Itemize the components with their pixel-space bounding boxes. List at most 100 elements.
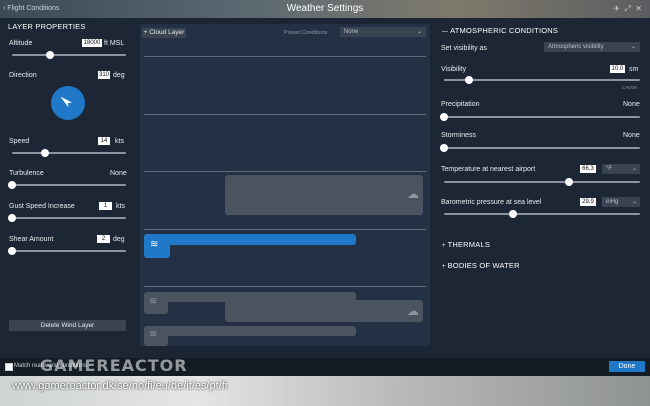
altitude-slider-track[interactable] [12, 54, 126, 56]
precipitation-slider-handle[interactable] [440, 113, 448, 121]
pressure-slider-track[interactable] [444, 213, 640, 215]
cloud-layer-block[interactable]: ☁ [225, 175, 423, 215]
fullscreen-icon[interactable]: ⤢ [624, 4, 630, 13]
cavok-note: CAVOK [622, 85, 638, 90]
direction-unit: deg [113, 72, 125, 79]
visibility-as-dropdown[interactable]: Atmospheric visibility ⌄ [544, 42, 640, 52]
shear-label: Shear Amount [9, 236, 54, 243]
layer-divider [144, 171, 426, 172]
chevron-down-icon: ⌄ [416, 29, 422, 35]
visibility-label: Visibility [441, 66, 467, 73]
layer-divider [144, 229, 426, 230]
visibility-unit: sm [629, 66, 639, 73]
shear-slider-handle[interactable] [8, 247, 16, 255]
pressure-slider-handle[interactable] [508, 210, 517, 218]
chevron-down-icon: ⌄ [631, 199, 637, 205]
speed-slider-track[interactable] [12, 152, 126, 154]
thermals-section[interactable]: + THERMALS [442, 240, 490, 249]
window-controls: ✈ ⤢ ✕ [613, 4, 642, 14]
cloud-icon: ☁ [407, 304, 419, 318]
altitude-label: Altitude [9, 40, 33, 47]
turbulence-slider-handle[interactable] [8, 181, 16, 189]
pressure-unit-dropdown[interactable]: inHg ⌄ [602, 197, 640, 207]
bodies-of-water-section[interactable]: + BODIES OF WATER [442, 261, 520, 270]
speed-input[interactable]: 14 [98, 137, 110, 145]
wind-icon: ≋ [150, 239, 159, 250]
add-cloud-layer-button[interactable]: + Cloud Layer [142, 28, 186, 38]
visibility-input[interactable]: 10.0 [610, 65, 625, 73]
turbulence-slider-track[interactable] [12, 184, 126, 186]
done-button[interactable]: Done [609, 361, 645, 372]
storminess-slider-handle[interactable] [440, 144, 448, 152]
section-title: LAYER PROPERTIES [8, 22, 86, 31]
direction-input[interactable]: 310 [98, 71, 110, 79]
visibility-slider-track[interactable] [444, 79, 640, 81]
storminess-value: None [623, 132, 640, 139]
shear-input[interactable]: 2 [97, 235, 110, 243]
chevron-down-icon: — [442, 29, 451, 35]
speed-label: Speed [9, 138, 30, 145]
section-header[interactable]: — ATMOSPHERIC CONDITIONS [442, 26, 558, 35]
direction-label: Direction [9, 72, 37, 79]
gust-slider-handle[interactable] [8, 214, 16, 222]
gust-slider-track[interactable] [12, 217, 126, 219]
wind-layer-handle[interactable]: ≋ [144, 292, 168, 314]
preset-conditions-dropdown[interactable]: None ⌄ [340, 27, 426, 37]
window-title: Weather Settings [286, 3, 364, 14]
precipitation-slider-track[interactable] [444, 116, 640, 118]
gust-input[interactable]: 1 [99, 202, 112, 210]
cloud-layer-block[interactable]: ☁ [225, 300, 423, 322]
speed-unit: kts [115, 138, 124, 145]
precipitation-value: None [623, 101, 640, 108]
layer-divider [144, 286, 426, 287]
atmospheric-conditions-panel: — ATMOSPHERIC CONDITIONS Set visibility … [432, 18, 650, 358]
gust-unit: kts [116, 203, 125, 210]
shear-unit: deg [113, 236, 125, 243]
wind-layer-block[interactable] [144, 326, 356, 336]
wind-icon: ≋ [149, 296, 158, 307]
altitude-input[interactable]: 18000 [82, 39, 102, 47]
precipitation-label: Precipitation [441, 101, 480, 108]
temperature-input[interactable]: 66.3 [580, 165, 596, 173]
chevron-down-icon: ⌄ [631, 166, 637, 172]
turbulence-label: Turbulence [9, 170, 44, 177]
visibility-as-value: Atmospheric visibility [548, 44, 604, 50]
pressure-label: Barometric pressure at sea level [441, 199, 542, 206]
watermark-url: www.gamereactor.dk/se/no/fi/eu/de/it/es/… [12, 380, 229, 392]
layer-stack-panel: + Cloud Layer Preset Conditions None ⌄ ☁… [140, 24, 430, 346]
watermark-logo: GAMEREACTOR [40, 356, 188, 375]
storminess-label: Storminess [441, 132, 477, 139]
wind-arrow-icon [60, 96, 73, 108]
temperature-unit-dropdown[interactable]: °F ⌄ [602, 164, 640, 174]
speed-slider-handle[interactable] [41, 149, 50, 157]
pressure-input[interactable]: 29.9 [580, 198, 596, 206]
wind-layer-handle[interactable]: ≋ [144, 234, 170, 258]
match-real-world-checkbox[interactable] [5, 363, 13, 371]
storminess-slider-track[interactable] [444, 147, 640, 149]
temperature-slider-track[interactable] [444, 181, 640, 183]
layer-divider [144, 56, 426, 57]
preset-conditions-label: Preset Conditions [284, 30, 328, 36]
visibility-slider-handle[interactable] [465, 76, 474, 84]
visibility-as-label: Set visibility as [441, 45, 487, 52]
altitude-slider-handle[interactable] [45, 51, 54, 59]
wind-layer-handle[interactable]: ≋ [144, 326, 168, 346]
delete-wind-layer-button[interactable]: Delete Wind Layer [9, 320, 126, 331]
pressure-unit-value: inHg [606, 199, 619, 205]
temperature-label: Temperature at nearest airport [441, 166, 536, 173]
wind-icon: ≋ [149, 329, 158, 340]
layer-divider [144, 114, 426, 115]
gust-label: Gust Speed Increase [9, 203, 75, 210]
altitude-unit: ft MSL [104, 40, 125, 47]
layer-properties-panel: LAYER PROPERTIES Altitude 18000 ft MSL D… [0, 18, 138, 358]
close-icon[interactable]: ✕ [635, 4, 642, 13]
wind-direction-dial[interactable] [51, 86, 85, 120]
temperature-unit-value: °F [606, 166, 613, 172]
temperature-slider-handle[interactable] [565, 178, 574, 186]
shear-slider-track[interactable] [12, 250, 126, 252]
flight-icon[interactable]: ✈ [613, 4, 620, 13]
chevron-down-icon: ⌄ [630, 44, 636, 50]
turbulence-value: None [110, 170, 127, 177]
wind-layer-selected[interactable] [144, 234, 356, 245]
preset-conditions-value: None [344, 29, 359, 35]
